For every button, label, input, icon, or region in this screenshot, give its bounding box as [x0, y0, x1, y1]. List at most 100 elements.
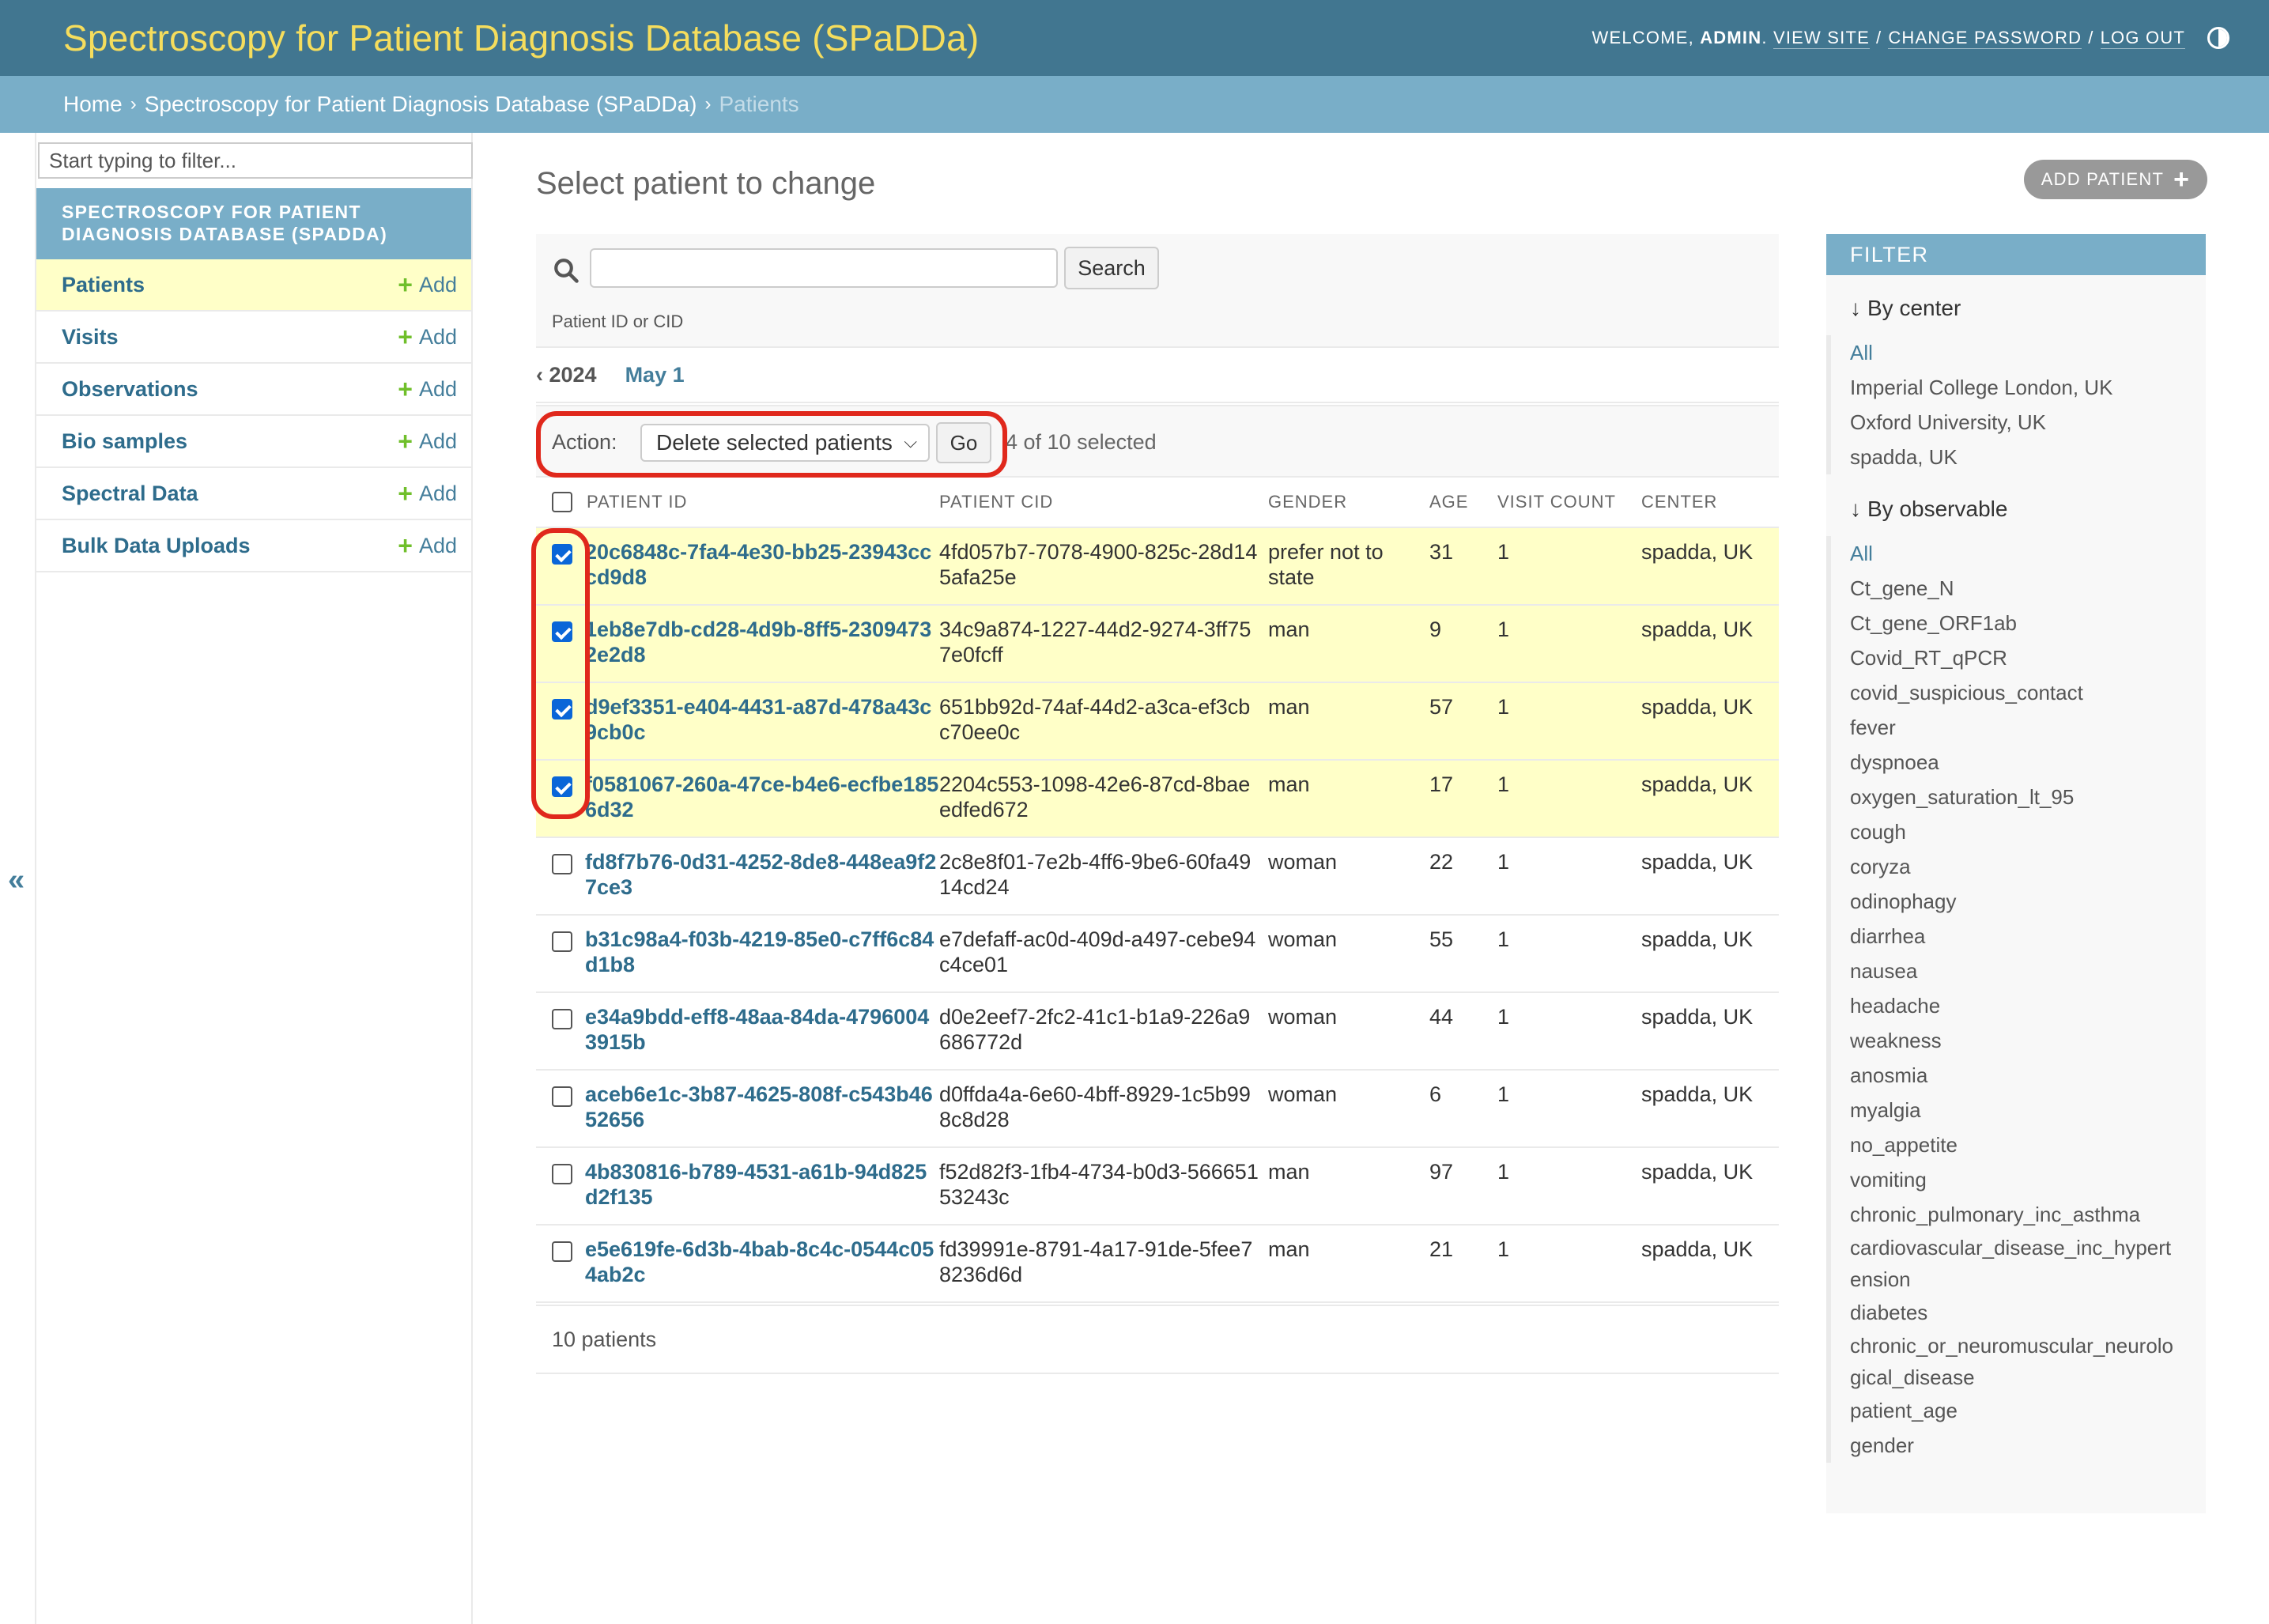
filter-option[interactable]: vomiting — [1850, 1162, 2206, 1197]
patient-id-link[interactable]: b31c98a4-f03b-4219-85e0-c7ff6c84d1b8 — [585, 927, 934, 976]
sidebar-item-label[interactable]: Spectral Data — [62, 482, 198, 506]
row-select-checkbox[interactable] — [552, 544, 572, 565]
search-input[interactable] — [590, 248, 1058, 288]
filter-heading-center[interactable]: ↓ By center — [1826, 293, 2206, 324]
row-select-checkbox[interactable] — [552, 854, 572, 874]
row-select-checkbox[interactable] — [552, 1009, 572, 1029]
filter-option[interactable]: Ct_gene_ORF1ab — [1850, 606, 2206, 640]
filter-option[interactable]: diarrhea — [1850, 919, 2206, 954]
column-header-age[interactable]: Age — [1429, 489, 1497, 515]
sidebar-item[interactable]: Patients + Add — [36, 259, 471, 312]
filter-option[interactable]: Covid_RT_qPCR — [1850, 640, 2206, 675]
sidebar-add-link[interactable]: + Add — [398, 429, 457, 454]
filter-option[interactable]: oxygen_saturation_lt_95 — [1850, 780, 2206, 814]
patient-id-cell: 4b830816-b789-4531-a61b-94d825d2f135 — [585, 1148, 939, 1210]
date-back-link[interactable]: ‹ 2024 — [536, 363, 597, 387]
filter-title: Filter — [1826, 234, 2206, 275]
sidebar-item-label[interactable]: Visits — [62, 325, 119, 349]
date-month-link[interactable]: May 1 — [625, 363, 685, 387]
sidebar-item-label[interactable]: Patients — [62, 273, 145, 297]
sidebar-item-label[interactable]: Bulk Data Uploads — [62, 534, 251, 558]
filter-option[interactable]: anosmia — [1850, 1058, 2206, 1093]
sidebar-item[interactable]: Observations + Add — [36, 364, 471, 416]
filter-option[interactable]: cough — [1850, 814, 2206, 849]
patient-id-link[interactable]: f0581067-260a-47ce-b4e6-ecfbe1856d32 — [585, 772, 938, 821]
theme-toggle-icon[interactable] — [2207, 27, 2229, 49]
date-hierarchy: ‹ 2024 May 1 — [536, 348, 1779, 403]
view-site-link[interactable]: View site — [1773, 28, 1870, 49]
patient-id-link[interactable]: fd8f7b76-0d31-4252-8de8-448ea9f27ce3 — [585, 850, 936, 899]
nav-filter-input[interactable]: Start typing to filter... — [38, 142, 473, 179]
toggle-sidebar-button[interactable]: « — [8, 863, 25, 897]
row-select-checkbox[interactable] — [552, 931, 572, 952]
add-patient-button[interactable]: Add patient + — [2024, 160, 2207, 199]
column-header-patient-id[interactable]: Patient ID — [585, 489, 939, 515]
sidebar-item[interactable]: Spectral Data + Add — [36, 468, 471, 520]
column-header-patient-cid[interactable]: Patient CID — [939, 489, 1268, 515]
breadcrumb-home[interactable]: Home — [63, 92, 123, 117]
filter-option[interactable]: fever — [1850, 710, 2206, 745]
sidebar-item-label[interactable]: Observations — [62, 377, 198, 402]
row-select-checkbox[interactable] — [552, 621, 572, 642]
row-select-checkbox[interactable] — [552, 776, 572, 797]
column-header-visit-count[interactable]: Visit count — [1497, 489, 1641, 515]
row-select-checkbox[interactable] — [552, 1164, 572, 1184]
sidebar-add-link[interactable]: + Add — [398, 272, 457, 297]
go-button[interactable]: Go — [936, 422, 991, 463]
patient-id-link[interactable]: 4b830816-b789-4531-a61b-94d825d2f135 — [585, 1160, 927, 1209]
filter-option[interactable]: patient_age — [1850, 1393, 2206, 1428]
patient-id-link[interactable]: 20c6848c-7fa4-4e30-bb25-23943cccd9d8 — [585, 540, 931, 589]
sidebar-item-label[interactable]: Bio samples — [62, 429, 187, 454]
sidebar-add-link[interactable]: + Add — [398, 324, 457, 349]
gender-cell: woman — [1268, 927, 1338, 951]
filter-option[interactable]: chronic_pulmonary_inc_asthma — [1850, 1197, 2206, 1232]
filter-option[interactable]: cardiovascular_disease_inc_hypertension — [1850, 1232, 2206, 1295]
filter-option[interactable]: odinophagy — [1850, 884, 2206, 919]
filter-option[interactable]: dyspnoea — [1850, 745, 2206, 780]
patient-id-link[interactable]: e34a9bdd-eff8-48aa-84da-47960043915b — [585, 1005, 929, 1054]
filter-option[interactable]: weakness — [1850, 1023, 2206, 1058]
column-header-center[interactable]: Center — [1641, 489, 1779, 515]
action-select[interactable]: Delete selected patients ⌵ — [640, 424, 930, 462]
select-all-checkbox[interactable] — [552, 492, 572, 512]
filter-option[interactable]: Imperial College London, UK — [1850, 370, 2206, 405]
filter-option[interactable]: All — [1850, 536, 2206, 571]
row-select-checkbox[interactable] — [552, 1086, 572, 1107]
filter-option[interactable]: All — [1850, 335, 2206, 370]
filter-option[interactable]: chronic_or_neuromuscular_neurological_di… — [1850, 1330, 2206, 1393]
filter-option[interactable]: Ct_gene_N — [1850, 571, 2206, 606]
column-header-gender[interactable]: Gender — [1268, 489, 1429, 515]
filter-option[interactable]: nausea — [1850, 954, 2206, 988]
sidebar-add-link[interactable]: + Add — [398, 376, 457, 402]
filter-option[interactable]: no_appetite — [1850, 1127, 2206, 1162]
filter-option[interactable]: headache — [1850, 988, 2206, 1023]
filter-option[interactable]: gender — [1850, 1428, 2206, 1463]
sidebar-add-link[interactable]: + Add — [398, 481, 457, 506]
table-row: aceb6e1c-3b87-4625-808f-c543b4652656 d0ff… — [536, 1071, 1779, 1148]
filter-option[interactable]: myalgia — [1850, 1093, 2206, 1127]
filter-option[interactable]: Oxford University, UK — [1850, 405, 2206, 440]
log-out-link[interactable]: Log out — [2100, 28, 2185, 49]
patient-id-link[interactable]: 1eb8e7db-cd28-4d9b-8ff5-23094732e2d8 — [585, 617, 931, 667]
sidebar-item[interactable]: Bulk Data Uploads + Add — [36, 520, 471, 572]
row-select-checkbox[interactable] — [552, 1241, 572, 1262]
sidebar-add-link[interactable]: + Add — [398, 533, 457, 558]
patient-cid-cell: fd39991e-8791-4a17-91de-5fee78236d6d — [939, 1237, 1253, 1286]
search-button[interactable]: Search — [1064, 247, 1159, 289]
filter-option[interactable]: coryza — [1850, 849, 2206, 884]
change-password-link[interactable]: Change password — [1888, 28, 2082, 49]
filter-heading-observable[interactable]: ↓ By observable — [1826, 493, 2206, 525]
filter-option[interactable]: spadda, UK — [1850, 440, 2206, 474]
site-title[interactable]: Spectroscopy for Patient Diagnosis Datab… — [63, 17, 979, 59]
patient-id-link[interactable]: aceb6e1c-3b87-4625-808f-c543b4652656 — [585, 1082, 933, 1131]
patient-id-link[interactable]: d9ef3351-e404-4431-a87d-478a43c9cb0c — [585, 695, 931, 744]
row-select-checkbox[interactable] — [552, 699, 572, 719]
filter-option[interactable]: diabetes — [1850, 1295, 2206, 1330]
filter-option[interactable]: covid_suspicious_contact — [1850, 675, 2206, 710]
sidebar-item[interactable]: Visits + Add — [36, 312, 471, 364]
row-select-cell — [536, 606, 585, 642]
patient-id-link[interactable]: e5e619fe-6d3b-4bab-8c4c-0544c054ab2c — [585, 1237, 934, 1286]
breadcrumb-app[interactable]: Spectroscopy for Patient Diagnosis Datab… — [145, 92, 697, 117]
sidebar-item[interactable]: Bio samples + Add — [36, 416, 471, 468]
app-caption[interactable]: Spectroscopy for Patient Diagnosis Datab… — [36, 188, 471, 259]
